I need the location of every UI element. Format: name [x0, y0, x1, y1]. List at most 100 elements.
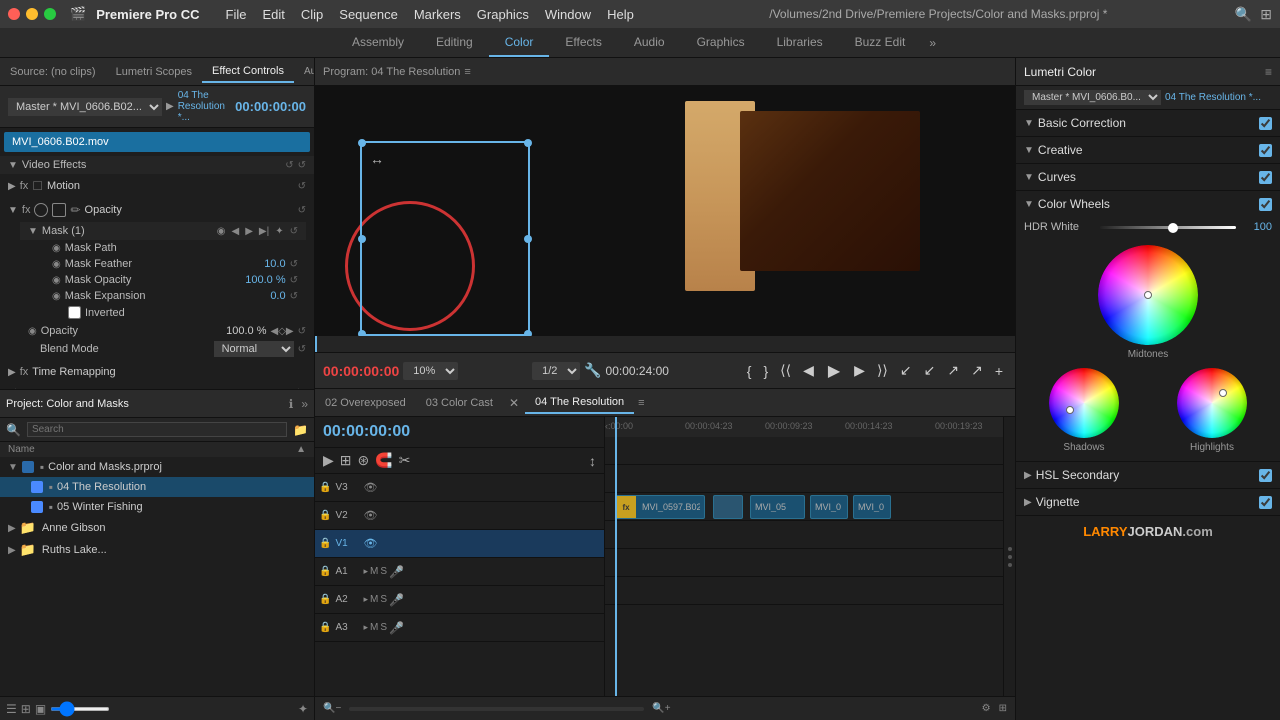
a2-lock-icon[interactable]: 🔒 [319, 594, 331, 605]
mask-nav-track[interactable]: ✦ [273, 226, 285, 237]
v1-lock-icon[interactable]: 🔒 [319, 538, 331, 549]
opacity-next[interactable]: ▶ [286, 326, 294, 337]
timeline-tab-02[interactable]: 02 Overexposed [315, 393, 416, 413]
blend-mode-reset[interactable]: ↺ [298, 344, 306, 355]
hdr-slider-thumb[interactable] [1168, 223, 1178, 233]
minimize-button[interactable] [26, 8, 38, 20]
tl-clip-4[interactable]: MVI_0 [853, 495, 891, 519]
time-remapping-header[interactable]: ▶ fx Time Remapping [0, 363, 314, 381]
tl-clip-3[interactable]: MVI_0 [810, 495, 848, 519]
opacity-value[interactable]: 100.0 % [226, 325, 266, 337]
timeline-ruler[interactable]: ‹:00:00 00:00:04:23 00:00:09:23 00:00:14… [605, 417, 1003, 437]
lumetri-creative-header[interactable]: ▼ Creative [1016, 137, 1280, 163]
a3-lock-icon[interactable]: 🔒 [319, 622, 331, 633]
tl-panel-icon[interactable]: ⊞ [999, 703, 1007, 714]
video-effects-reset[interactable]: ↺ [285, 160, 293, 171]
tl-zoom-bar[interactable] [349, 707, 644, 711]
tab-buzz-edit[interactable]: Buzz Edit [839, 29, 922, 57]
proj-new-bin-icon[interactable]: 📁 [293, 423, 308, 437]
tab-graphics[interactable]: Graphics [681, 29, 761, 57]
transport-add[interactable]: + [991, 361, 1007, 381]
transport-go-out[interactable]: ⟩⟩ [873, 360, 892, 381]
lumetri-menu-icon[interactable]: ≡ [1265, 65, 1272, 79]
motion-header[interactable]: ▶ fx ☐ Motion ↺ [0, 176, 314, 196]
project-search-input[interactable] [27, 422, 287, 437]
tl-select-tool[interactable]: ▶ [323, 452, 334, 469]
menu-sequence[interactable]: Sequence [331, 5, 406, 24]
transport-zoom-select[interactable]: 10% [403, 362, 458, 380]
v3-eye-icon[interactable]: 👁 [363, 481, 377, 494]
v2-eye-icon[interactable]: 👁 [363, 509, 377, 522]
project-panel-info[interactable]: ℹ [289, 397, 294, 411]
project-panel-expand[interactable]: » [301, 397, 308, 411]
tl-zoom-in-icon[interactable]: 🔍+ [652, 703, 670, 714]
lumetri-seq-select[interactable]: Master * MVI_0606.B0... [1024, 90, 1161, 105]
menu-clip[interactable]: Clip [293, 5, 331, 24]
tab-audio[interactable]: Audio [618, 29, 681, 57]
timeline-tab-03-close[interactable]: ✕ [503, 392, 525, 414]
mask-handle-tl[interactable] [358, 139, 366, 147]
transport-export[interactable]: ↗ [943, 360, 963, 381]
transport-step-fwd[interactable]: ▶ [850, 360, 869, 381]
tab-source[interactable]: Source: (no clips) [0, 62, 106, 82]
v2-lock-icon[interactable]: 🔒 [319, 510, 331, 521]
project-item-ruths[interactable]: ▶ 📁 Ruths Lake... [0, 539, 314, 561]
v1-eye-icon[interactable]: 👁 [363, 537, 377, 550]
transport-mark-in[interactable]: { [743, 361, 756, 381]
proj-list-view-icon[interactable]: ☰ [6, 702, 17, 716]
proj-expand-ruths[interactable]: ▶ [8, 545, 16, 556]
motion-reset[interactable]: ↺ [298, 181, 306, 192]
opacity-add-kf[interactable]: ◇ [278, 326, 286, 337]
mask-nav-prev[interactable]: ◀ [230, 226, 242, 237]
mask-handle-ml[interactable] [358, 235, 366, 243]
menu-edit[interactable]: Edit [254, 5, 292, 24]
transport-play-button[interactable]: ▶ [822, 359, 846, 383]
search-icon[interactable]: 🔍 [1235, 6, 1252, 23]
blend-mode-select[interactable]: Normal [214, 341, 294, 357]
midtones-color-wheel[interactable] [1098, 245, 1198, 345]
pen-mask-icon[interactable]: ✏ [70, 203, 80, 217]
transport-go-in[interactable]: ⟨⟨ [776, 360, 795, 381]
tl-snap-icon[interactable]: 🧲 [375, 452, 392, 469]
video-effects-menu[interactable]: ↺ [298, 160, 306, 171]
tl-clip-2[interactable]: MVI_05 [750, 495, 805, 519]
opacity-reset[interactable]: ↺ [298, 205, 306, 216]
mask-opacity-reset[interactable]: ↺ [290, 275, 298, 286]
mask-nav-next[interactable]: ▶ [243, 226, 255, 237]
proj-grid-view-icon[interactable]: ⊞ [21, 702, 31, 716]
menu-file[interactable]: File [218, 5, 255, 24]
timeline-tab-04[interactable]: 04 The Resolution [525, 392, 634, 414]
ellipse-mask-icon[interactable] [34, 203, 48, 217]
transport-quality-select[interactable]: 1/2 [532, 362, 580, 380]
opacity-prev[interactable]: ◀ [271, 326, 279, 337]
tl-resize-icon[interactable]: ↕ [589, 453, 596, 469]
midtones-wheel-handle[interactable] [1144, 291, 1152, 299]
rect-mask-icon[interactable] [52, 203, 66, 217]
menu-window[interactable]: Window [537, 5, 599, 24]
opacity-value-reset[interactable]: ↺ [298, 326, 306, 337]
tl-settings-icon[interactable]: ⚙ [982, 703, 991, 714]
menu-help[interactable]: Help [599, 5, 642, 24]
curves-checkbox[interactable] [1259, 171, 1272, 184]
program-scrub-bar[interactable] [315, 336, 1015, 352]
menu-markers[interactable]: Markers [406, 5, 469, 24]
timeline-tab-03[interactable]: 03 Color Cast [416, 393, 503, 413]
mask-feather-reset[interactable]: ↺ [290, 259, 298, 270]
tl-razor-tool[interactable]: ✂ [399, 452, 411, 469]
a1-expand[interactable]: ▸ [363, 566, 368, 577]
transport-insert[interactable]: ↙ [896, 360, 916, 381]
mask-expansion-reset[interactable]: ↺ [290, 291, 298, 302]
proj-expand-anne[interactable]: ▶ [8, 523, 16, 534]
a3-expand[interactable]: ▸ [363, 622, 368, 633]
project-item-anne[interactable]: ▶ 📁 Anne Gibson [0, 517, 314, 539]
tab-effect-controls[interactable]: Effect Controls [202, 61, 294, 83]
lumetri-color-wheels-header[interactable]: ▼ Color Wheels [1016, 191, 1280, 217]
project-name-col[interactable]: Name [8, 444, 296, 455]
opacity-header[interactable]: ▼ fx ✏ Opacity ↺ [0, 200, 314, 220]
mask-opacity-value[interactable]: 100.0 % [245, 274, 285, 286]
color-wheels-checkbox[interactable] [1259, 198, 1272, 211]
transport-export2[interactable]: ↗ [967, 360, 987, 381]
lumetri-curves-header[interactable]: ▼ Curves [1016, 164, 1280, 190]
highlights-color-wheel[interactable] [1177, 368, 1247, 438]
timeline-tab-menu[interactable]: ≡ [634, 393, 648, 413]
